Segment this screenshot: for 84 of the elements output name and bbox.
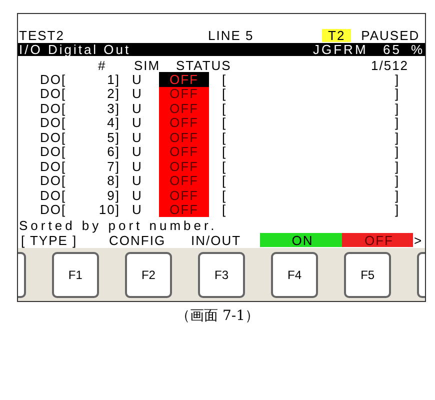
- sim-text: U: [131, 174, 144, 188]
- function-key[interactable]: F1: [52, 252, 99, 298]
- comment-bracket: [: [222, 188, 228, 202]
- status-indicator[interactable]: OFF: [159, 86, 209, 101]
- port-number: 2]: [106, 87, 120, 100]
- sim-text: U: [131, 160, 144, 173]
- port-name: DO[: [40, 116, 68, 130]
- function-key[interactable]: F2: [124, 252, 172, 298]
- status-indicator[interactable]: OFF: [159, 159, 209, 174]
- status-indicator[interactable]: OFF: [159, 130, 209, 144]
- port-number: 1]: [106, 72, 120, 86]
- function-key-edge[interactable]: [18, 252, 26, 298]
- port-name: DO[: [40, 102, 68, 115]
- override-value: 65: [383, 43, 402, 56]
- comment-bracket: [: [222, 160, 228, 173]
- status-indicator[interactable]: OFF: [159, 188, 209, 202]
- status-indicator[interactable]: OFF: [159, 144, 209, 159]
- mode-indicator: T2: [322, 29, 352, 42]
- comment-bracket: ]: [395, 203, 400, 216]
- port-name: DO[: [40, 145, 68, 158]
- port-number: 6]: [106, 145, 120, 158]
- line-number: LINE 5: [208, 29, 255, 42]
- function-key[interactable]: F4: [271, 252, 318, 298]
- override-unit: %: [411, 43, 425, 56]
- port-number: 4]: [106, 116, 120, 130]
- column-header: #: [98, 58, 108, 72]
- column-header: STATUS: [176, 58, 232, 72]
- comment-bracket: [: [222, 130, 228, 144]
- status-indicator[interactable]: OFF: [159, 116, 209, 130]
- function-key-edge[interactable]: [417, 252, 425, 298]
- page-indicator: 1/512: [371, 58, 409, 72]
- sim-text: U: [131, 130, 144, 144]
- comment-bracket: [: [222, 87, 228, 100]
- program-state: PAUSED: [361, 29, 420, 42]
- status-indicator[interactable]: OFF: [159, 72, 209, 86]
- port-number: 9]: [106, 188, 120, 202]
- comment-bracket: [: [222, 203, 228, 216]
- program-name: TEST2: [18, 29, 66, 42]
- sim-text: U: [131, 102, 144, 115]
- function-key[interactable]: F5: [344, 252, 392, 298]
- figure-caption: （画面 7-1）: [176, 307, 259, 326]
- comment-bracket: ]: [395, 102, 400, 115]
- comment-bracket: ]: [395, 174, 400, 188]
- comment-bracket: [: [222, 102, 228, 115]
- comment-bracket: ]: [395, 130, 400, 144]
- sim-text: U: [131, 203, 144, 216]
- port-name: DO[: [40, 188, 68, 202]
- port-name: DO[: [40, 72, 68, 86]
- function-label[interactable]: OFF: [342, 233, 413, 247]
- column-header: SIM: [134, 58, 162, 72]
- port-name: DO[: [40, 174, 68, 188]
- frame-name: JGFRM: [313, 43, 369, 56]
- comment-bracket: ]: [395, 72, 400, 86]
- comment-bracket: ]: [395, 87, 400, 100]
- status-message: Sorted by port number.: [18, 219, 218, 233]
- sim-text: U: [131, 145, 144, 158]
- comment-bracket: ]: [395, 160, 400, 173]
- comment-bracket: [: [222, 174, 228, 188]
- comment-bracket: [: [222, 72, 228, 86]
- comment-bracket: ]: [395, 145, 400, 158]
- port-number: 3]: [106, 102, 120, 115]
- comment-bracket: ]: [395, 188, 400, 202]
- port-number: 7]: [106, 160, 120, 173]
- port-number: 10]: [98, 203, 120, 216]
- comment-bracket: [: [222, 116, 228, 130]
- status-indicator[interactable]: OFF: [159, 202, 209, 217]
- port-name: DO[: [40, 160, 68, 173]
- screen-title: I/O Digital Out: [18, 43, 132, 56]
- next-page-arrow[interactable]: >: [413, 234, 423, 246]
- function-label[interactable]: ON: [260, 233, 342, 247]
- function-key[interactable]: F3: [198, 252, 246, 298]
- comment-bracket: ]: [395, 116, 400, 130]
- status-indicator[interactable]: OFF: [159, 101, 209, 116]
- sim-text: U: [131, 72, 144, 86]
- port-number: 8]: [106, 174, 120, 188]
- comment-bracket: [: [222, 145, 228, 158]
- sim-text: U: [131, 116, 144, 130]
- port-name: DO[: [40, 87, 68, 100]
- sim-text: U: [131, 87, 144, 100]
- port-name: DO[: [40, 130, 68, 144]
- status-indicator[interactable]: OFF: [159, 174, 209, 188]
- port-number: 5]: [106, 130, 120, 144]
- port-name: DO[: [40, 203, 68, 216]
- sim-text: U: [131, 188, 144, 202]
